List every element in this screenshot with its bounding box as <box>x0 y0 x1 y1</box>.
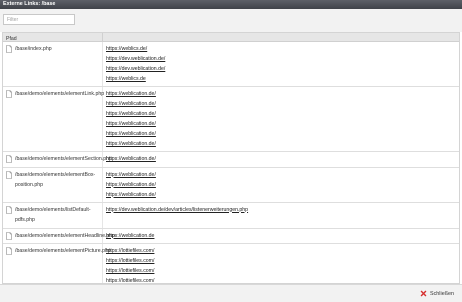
links-cell: https://weblication.de/https://weblicati… <box>103 168 459 202</box>
table-header: Pfad <box>3 33 459 42</box>
path-cell: /base/index.php <box>3 42 103 86</box>
path-cell: /base/demo/elements/elementSection.php <box>3 152 112 167</box>
external-link[interactable]: https://dev.weblication.de/ <box>106 54 459 64</box>
external-link[interactable]: https://lottiefiles.com/ <box>106 256 459 266</box>
column-header-links[interactable] <box>103 33 106 41</box>
toolbar <box>0 9 462 32</box>
external-link[interactable]: https://weblication.de/ <box>106 154 459 164</box>
table-row[interactable]: /base/demo/elements/elementSection.php ht… <box>3 152 459 168</box>
footer: Schließen <box>0 284 462 302</box>
links-table: Pfad /base/index.php https://weblics.de/h… <box>2 32 460 284</box>
external-link[interactable]: https://weblics.de <box>106 74 459 84</box>
external-link[interactable]: https://weblication.de/ <box>106 89 459 99</box>
column-header-path[interactable]: Pfad <box>3 33 103 42</box>
file-icon <box>6 170 12 179</box>
external-link[interactable]: https://weblication.de/ <box>106 170 459 180</box>
file-icon <box>6 205 12 214</box>
external-link[interactable]: https://lottiefiles.com/ <box>106 246 459 256</box>
external-link[interactable]: https://weblication.de/ <box>106 190 459 200</box>
links-cell: https://dev.weblication.de/dev/articles/… <box>103 203 459 228</box>
external-link[interactable]: https://lottiefiles.com/ <box>106 276 459 283</box>
external-link[interactable]: https://dev.weblication.de/dev/articles/… <box>106 205 459 215</box>
filter-input[interactable] <box>3 14 75 25</box>
file-path: /base/demo/elements/elementLink.php <box>15 91 105 97</box>
table-row[interactable]: /base/demo/elements/elementBox-position.… <box>3 167 459 203</box>
table-body: /base/index.php https://weblics.de/https:… <box>3 42 459 283</box>
links-cell: https://weblication.de/ <box>103 152 459 167</box>
path-cell: /base/demo/elements/elementBox-position.… <box>3 167 103 202</box>
close-button[interactable]: Schließen <box>420 288 454 299</box>
file-icon <box>6 155 12 163</box>
file-icon <box>6 247 12 255</box>
table-row[interactable]: /base/demo/elements/listDefault-pdfs.php… <box>3 202 459 229</box>
file-icon <box>6 45 12 53</box>
external-link[interactable]: https://lottiefiles.com/ <box>106 266 459 276</box>
file-path: /base/demo/elements/elementSection.php <box>15 156 112 162</box>
external-link[interactable]: https://weblication.de/ <box>106 109 459 119</box>
path-cell: /base/demo/elements/elementPicture.php <box>3 244 111 283</box>
file-icon <box>6 231 12 240</box>
external-link[interactable]: https://weblication.de/ <box>106 119 459 129</box>
external-link[interactable]: https://weblics.de/ <box>106 44 459 54</box>
file-path: /base/index.php <box>15 46 52 52</box>
close-x-icon <box>420 290 427 297</box>
path-cell: /base/demo/elements/elementLink.php <box>3 87 105 151</box>
links-cell: https://weblication.de/https://weblicati… <box>103 87 459 151</box>
external-link[interactable]: https://weblication.de <box>106 231 459 241</box>
table-row[interactable]: /base/demo/elements/elementLink.php https… <box>3 87 459 152</box>
external-link[interactable]: https://weblication.de/ <box>106 99 459 109</box>
links-cell: https://lottiefiles.com/https://lottiefi… <box>103 244 459 283</box>
path-cell: /base/demo/elements/elementHeadline.php <box>3 228 115 243</box>
links-cell: https://weblics.de/https://dev.weblicati… <box>103 42 459 86</box>
links-cell: https://weblication.de <box>103 229 459 244</box>
close-button-label: Schließen <box>430 290 454 297</box>
file-path: /base/demo/elements/elementPicture.php <box>15 248 111 254</box>
external-link[interactable]: https://weblication.de/ <box>106 180 459 190</box>
file-path: /base/demo/elements/elementHeadline.php <box>15 232 116 239</box>
file-icon <box>6 90 12 98</box>
path-cell: /base/demo/elements/listDefault-pdfs.php <box>3 202 103 228</box>
table-row[interactable]: /base/demo/elements/elementPicture.php ht… <box>3 244 459 283</box>
external-link[interactable]: https://weblication.de/ <box>106 139 459 149</box>
table-row[interactable]: /base/demo/elements/elementHeadline.php h… <box>3 228 459 244</box>
external-link[interactable]: https://dev.weblication.de/ <box>106 64 459 74</box>
file-path: /base/demo/elements/listDefault-pdfs.php <box>15 206 91 224</box>
table-row[interactable]: /base/index.php https://weblics.de/https:… <box>3 42 459 87</box>
external-link[interactable]: https://weblication.de/ <box>106 129 459 139</box>
file-path: /base/demo/elements/elementBox-position.… <box>15 171 96 189</box>
window-title: Externe Links: /base <box>0 0 462 9</box>
